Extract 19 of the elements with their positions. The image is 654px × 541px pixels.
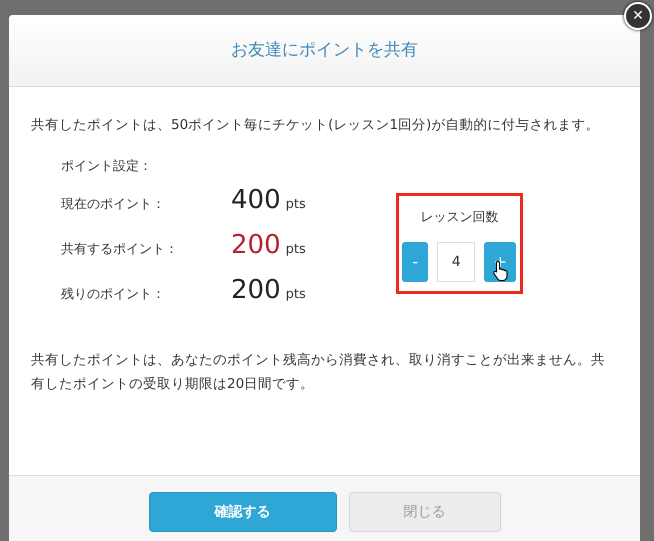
- confirm-button[interactable]: 確認する: [148, 492, 336, 532]
- point-label: 現在のポイント：: [61, 196, 166, 214]
- close-button[interactable]: ✕: [624, 2, 652, 30]
- point-unit: pts: [286, 241, 306, 259]
- lesson-count-label: レッスン回数: [420, 209, 498, 227]
- dialog-title: お友達にポイントを共有: [231, 38, 418, 62]
- point-amount: 400: [231, 187, 281, 213]
- intro-text: 共有したポイントは、50ポイント毎にチケット(レッスン1回分)が自動的に付与されます。: [31, 116, 600, 135]
- point-unit: pts: [286, 196, 306, 214]
- decrement-button[interactable]: -: [402, 242, 428, 282]
- point-unit: pts: [286, 286, 306, 304]
- notice-text: 共有したポイントは、あなたのポイント残高から消費され、取り消すことが出来ません。共有したポイントの受取り期限は20日間です。: [31, 351, 606, 394]
- point-amount: 200: [231, 232, 281, 258]
- lesson-count-field[interactable]: 4: [437, 242, 476, 282]
- point-amount: 200: [231, 277, 281, 303]
- point-label: 共有するポイント：: [61, 241, 179, 259]
- point-label: 残りのポイント：: [61, 286, 166, 304]
- close-dialog-button[interactable]: 閉じる: [348, 492, 500, 532]
- settings-heading: ポイント設定：: [61, 158, 153, 176]
